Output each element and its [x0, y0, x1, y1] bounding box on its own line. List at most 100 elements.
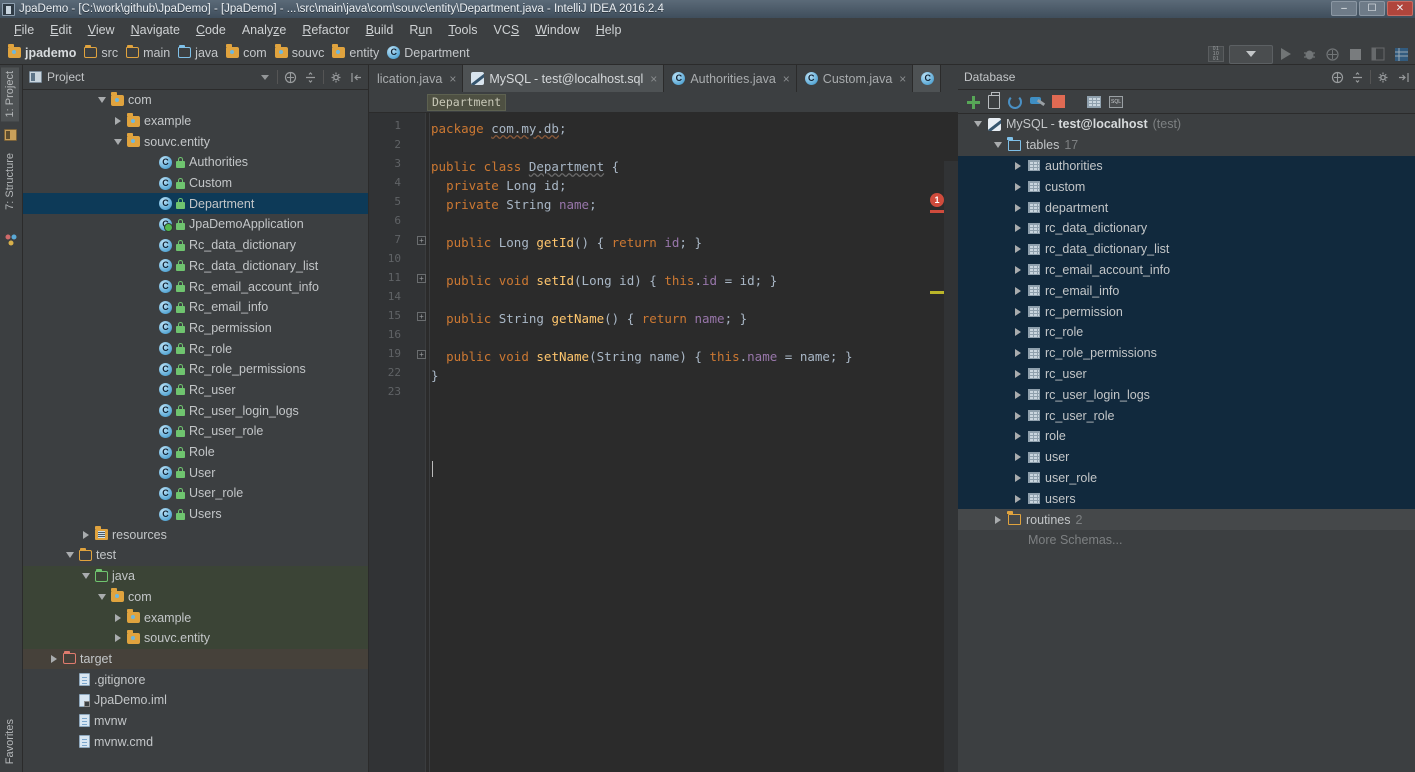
project-tree-item[interactable]: test [23, 545, 368, 566]
expand-icon[interactable] [303, 70, 318, 85]
project-tree-item[interactable]: CRc_user [23, 380, 368, 401]
collapse-arrow-icon[interactable] [80, 571, 91, 582]
project-tree[interactable]: comexamplesouvc.entityCAuthoritiesCCusto… [23, 90, 368, 772]
database-tree-item[interactable]: rc_user [958, 364, 1415, 385]
breadcrumb-item-main[interactable]: main [124, 46, 176, 60]
twisty[interactable] [144, 281, 155, 292]
twisty[interactable] [64, 736, 75, 747]
project-tree-item[interactable]: .gitignore [23, 669, 368, 690]
expand-arrow-icon[interactable] [1012, 264, 1023, 275]
project-tree-item[interactable]: CUser [23, 462, 368, 483]
breadcrumb-class-chip[interactable]: Department [427, 94, 506, 111]
fold-expand-icon[interactable]: + [417, 274, 426, 283]
project-tree-item[interactable]: CJpaDemoApplication [23, 214, 368, 235]
database-tree-item[interactable]: users [958, 488, 1415, 509]
menu-item-code[interactable]: Code [188, 21, 234, 39]
project-tree-item[interactable]: souvc.entity [23, 628, 368, 649]
expand-icon[interactable] [1350, 70, 1365, 85]
close-tab-icon[interactable]: × [650, 72, 657, 86]
add-icon[interactable] [966, 95, 980, 109]
project-tree-item[interactable]: CCustom [23, 173, 368, 194]
expand-arrow-icon[interactable] [1012, 327, 1023, 338]
editor-tab-overflow[interactable]: C [913, 65, 941, 92]
breadcrumb-item-department[interactable]: CDepartment [385, 46, 475, 60]
project-tree-item[interactable]: CRc_user_role [23, 421, 368, 442]
expand-arrow-icon[interactable] [48, 653, 59, 664]
menu-item-tools[interactable]: Tools [440, 21, 485, 39]
database-tree-item[interactable]: custom [958, 176, 1415, 197]
database-tree-item[interactable]: authorities [958, 156, 1415, 177]
expand-arrow-icon[interactable] [1012, 472, 1023, 483]
collapse-all-icon[interactable] [283, 70, 298, 85]
twisty[interactable] [144, 157, 155, 168]
expand-arrow-icon[interactable] [112, 612, 123, 623]
collapse-arrow-icon[interactable] [96, 591, 107, 602]
project-tree-item[interactable]: CRc_role [23, 338, 368, 359]
collapse-arrow-icon[interactable] [972, 119, 983, 130]
hide-panel-icon[interactable] [1396, 70, 1411, 85]
expand-arrow-icon[interactable] [1012, 493, 1023, 504]
warning-stripe-mark[interactable] [930, 291, 944, 294]
rail-tab-project[interactable]: 1: Project [1, 67, 19, 121]
collapse-arrow-icon[interactable] [96, 95, 107, 106]
expand-arrow-icon[interactable] [112, 116, 123, 127]
twisty[interactable] [64, 674, 75, 685]
editor-tab-custom-java[interactable]: CCustom.java× [797, 65, 914, 92]
fold-expand-icon[interactable]: + [417, 350, 426, 359]
project-selector-dropdown-icon[interactable] [257, 70, 272, 85]
stop-icon[interactable] [1052, 95, 1065, 108]
project-tree-item[interactable]: target [23, 649, 368, 670]
database-tree-item[interactable]: rc_email_account_info [958, 260, 1415, 281]
twisty[interactable] [144, 343, 155, 354]
hide-panel-icon[interactable] [349, 70, 364, 85]
twisty[interactable] [144, 467, 155, 478]
editor-tab-authorities-java[interactable]: CAuthorities.java× [664, 65, 796, 92]
menu-item-view[interactable]: View [80, 21, 123, 39]
database-tree-item[interactable]: MySQL - test@localhost(test) [958, 114, 1415, 135]
breadcrumb-item-src[interactable]: src [82, 46, 124, 60]
fold-expand-icon[interactable]: + [417, 312, 426, 321]
twisty[interactable] [144, 405, 155, 416]
twisty[interactable] [144, 509, 155, 520]
menu-item-edit[interactable]: Edit [42, 21, 80, 39]
database-tree-item[interactable]: user_role [958, 468, 1415, 489]
expand-arrow-icon[interactable] [1012, 431, 1023, 442]
expand-arrow-icon[interactable] [1012, 244, 1023, 255]
editor-gutter[interactable]: 12345671011141516192223++++ [369, 113, 426, 772]
data-source-properties-icon[interactable] [1030, 95, 1044, 109]
twisty[interactable] [144, 322, 155, 333]
project-tree-item[interactable]: CRc_email_account_info [23, 276, 368, 297]
collapse-all-icon[interactable] [1330, 70, 1345, 85]
stop-icon[interactable] [1345, 44, 1365, 64]
project-tree-item[interactable]: CUser_role [23, 483, 368, 504]
expand-arrow-icon[interactable] [992, 514, 1003, 525]
project-tree-item[interactable]: souvc.entity [23, 131, 368, 152]
collapse-arrow-icon[interactable] [992, 140, 1003, 151]
database-tree-item[interactable]: rc_data_dictionary [958, 218, 1415, 239]
error-stripe-mark[interactable] [930, 210, 944, 213]
expand-arrow-icon[interactable] [1012, 452, 1023, 463]
breadcrumb-item-souvc[interactable]: souvc [273, 46, 331, 60]
project-tree-item[interactable]: CDepartment [23, 193, 368, 214]
gear-icon[interactable] [329, 70, 344, 85]
twisty[interactable] [144, 364, 155, 375]
maximize-button[interactable]: ☐ [1359, 1, 1385, 16]
menu-item-build[interactable]: Build [358, 21, 402, 39]
database-tree-item[interactable]: tables17 [958, 135, 1415, 156]
editor-tab-lication-java[interactable]: lication.java× [369, 65, 463, 92]
project-tree-item[interactable]: java [23, 566, 368, 587]
twisty[interactable] [144, 488, 155, 499]
twisty[interactable] [144, 447, 155, 458]
project-tree-item[interactable]: mvnw.cmd [23, 731, 368, 752]
error-count-badge[interactable]: 1 [930, 193, 944, 207]
project-tree-item[interactable]: com [23, 587, 368, 608]
database-tree-item[interactable]: rc_role [958, 322, 1415, 343]
sync-icon[interactable] [1008, 95, 1022, 109]
twisty[interactable] [144, 302, 155, 313]
expand-arrow-icon[interactable] [1012, 160, 1023, 171]
project-tree-item[interactable]: CRc_data_dictionary_list [23, 256, 368, 277]
expand-arrow-icon[interactable] [1012, 389, 1023, 400]
database-tree-item[interactable]: rc_email_info [958, 280, 1415, 301]
database-tree-item[interactable]: rc_user_role [958, 405, 1415, 426]
twisty[interactable] [64, 695, 75, 706]
